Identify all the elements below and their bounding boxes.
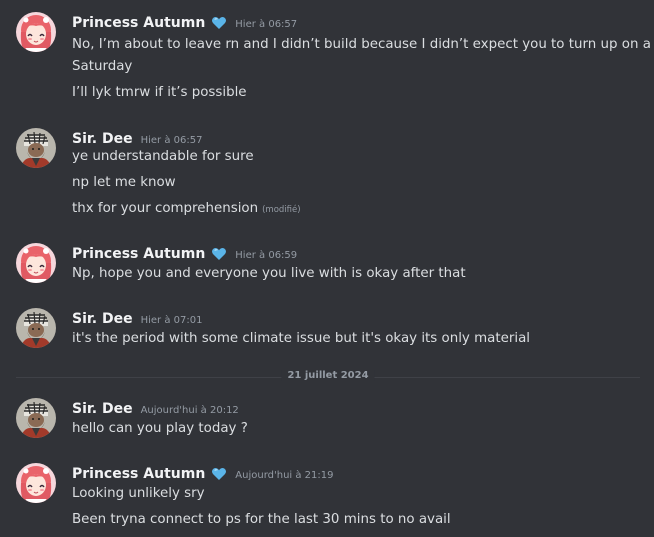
message-text-content: thx for your comprehension bbox=[72, 201, 259, 216]
avatar[interactable] bbox=[16, 398, 56, 438]
timestamp[interactable]: Hier à 06:57 bbox=[235, 19, 297, 30]
avatar[interactable] bbox=[16, 308, 56, 348]
username[interactable]: Sir. Dee bbox=[72, 401, 133, 417]
message-text: it's the period with some climate issue … bbox=[72, 331, 531, 346]
message-text: np let me know bbox=[72, 175, 176, 190]
date-divider-label: 21 juillet 2024 bbox=[281, 370, 375, 381]
avatar[interactable] bbox=[16, 463, 56, 503]
heart-icon bbox=[211, 15, 227, 31]
username[interactable]: Sir. Dee bbox=[72, 131, 133, 147]
avatar[interactable] bbox=[16, 243, 56, 283]
message-text: Been tryna connect to ps for the last 30… bbox=[72, 512, 451, 527]
edited-label: (modifié) bbox=[262, 205, 301, 215]
username[interactable]: Princess Autumn bbox=[72, 466, 205, 482]
message-header: Sir. Dee Aujourd'hui à 20:12 bbox=[72, 398, 239, 420]
message-list: Princess Autumn Hier à 06:57 No, I’m abo… bbox=[0, 0, 654, 537]
bearded-man-avatar-icon bbox=[16, 398, 56, 438]
message-text: ye understandable for sure bbox=[72, 149, 254, 164]
timestamp[interactable]: Aujourd'hui à 20:12 bbox=[141, 405, 239, 416]
timestamp[interactable]: Aujourd'hui à 21:19 bbox=[235, 470, 333, 481]
heart-icon bbox=[211, 246, 227, 262]
bearded-man-avatar-icon bbox=[16, 308, 56, 348]
anime-girl-avatar-icon bbox=[16, 243, 56, 283]
timestamp[interactable]: Hier à 06:59 bbox=[235, 250, 297, 261]
message-text: No, I’m about to leave rn and I didn’t b… bbox=[72, 37, 651, 74]
avatar[interactable] bbox=[16, 12, 56, 52]
anime-girl-avatar-icon bbox=[16, 12, 56, 52]
heart-icon bbox=[211, 466, 227, 482]
bearded-man-avatar-icon bbox=[16, 128, 56, 168]
message-header: Princess Autumn Aujourd'hui à 21:19 bbox=[72, 463, 333, 485]
timestamp[interactable]: Hier à 07:01 bbox=[141, 315, 203, 326]
message-text: hello can you play today ? bbox=[72, 421, 248, 436]
timestamp[interactable]: Hier à 06:57 bbox=[141, 135, 203, 146]
date-divider: 21 juillet 2024 bbox=[16, 370, 640, 381]
anime-girl-avatar-icon bbox=[16, 463, 56, 503]
message-text: Np, hope you and everyone you live with … bbox=[72, 266, 466, 281]
avatar[interactable] bbox=[16, 128, 56, 168]
message-header: Princess Autumn Hier à 06:59 bbox=[72, 243, 297, 265]
username[interactable]: Sir. Dee bbox=[72, 311, 133, 327]
message-header: Sir. Dee Hier à 07:01 bbox=[72, 308, 202, 330]
message-text: I’ll lyk tmrw if it’s possible bbox=[72, 85, 247, 100]
message-text: Looking unlikely sry bbox=[72, 486, 205, 501]
username[interactable]: Princess Autumn bbox=[72, 15, 205, 31]
message-text: thx for your comprehension (modifié) bbox=[72, 198, 646, 221]
username[interactable]: Princess Autumn bbox=[72, 246, 205, 262]
message-header: Princess Autumn Hier à 06:57 bbox=[72, 12, 297, 34]
